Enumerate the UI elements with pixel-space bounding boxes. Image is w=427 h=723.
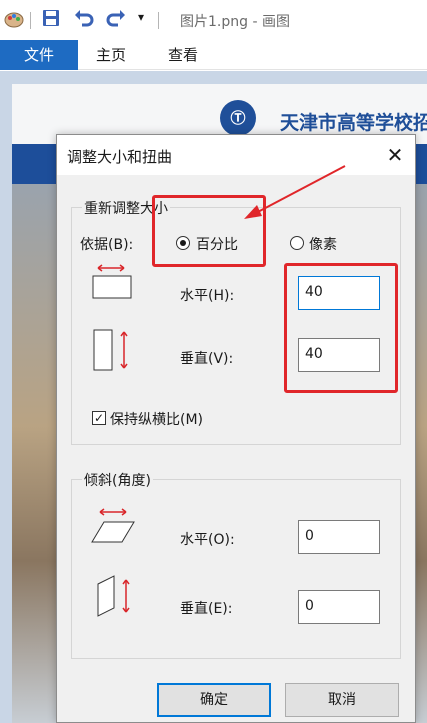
banner-text: 天津市高等学校招	[280, 112, 427, 134]
undo-icon[interactable]	[74, 9, 94, 27]
keep-ratio-checkbox[interactable]: ✓	[92, 411, 106, 425]
resize-horizontal-icon	[92, 264, 132, 299]
redo-icon[interactable]	[106, 9, 126, 27]
ribbon-tabs: 文件 主页 查看	[0, 40, 427, 70]
resize-vertical-label: 垂直(V):	[180, 351, 234, 367]
skew-vertical-input[interactable]: 0	[298, 590, 380, 624]
tab-home[interactable]: 主页	[96, 40, 126, 70]
radio-pixels-label[interactable]: 像素	[309, 234, 337, 254]
highlight-values-box	[284, 263, 398, 393]
university-logo: Ⓣ	[220, 100, 256, 136]
skew-vertical-icon	[97, 575, 130, 617]
separator	[30, 12, 31, 29]
skew-group: 倾斜(角度) 水平(O): 0 垂直(E): 0	[71, 470, 401, 659]
window-title: 图片1.png - 画图	[180, 14, 290, 30]
cancel-button[interactable]: 取消	[285, 683, 399, 717]
tab-file[interactable]: 文件	[0, 40, 78, 70]
keep-ratio-label[interactable]: 保持纵横比(M)	[110, 409, 203, 429]
ok-button[interactable]: 确定	[157, 683, 271, 717]
title-bar: ▾ 图片1.png - 画图	[0, 0, 427, 40]
skew-group-title: 倾斜(角度)	[82, 470, 153, 490]
close-button[interactable]: ✕	[381, 141, 409, 169]
skew-horizontal-label: 水平(O):	[180, 532, 235, 548]
save-icon[interactable]	[42, 9, 60, 27]
separator	[158, 12, 159, 29]
paint-app-icon[interactable]	[4, 9, 24, 29]
dialog-title: 调整大小和扭曲	[67, 148, 173, 166]
tab-view[interactable]: 查看	[168, 40, 198, 70]
skew-horizontal-input[interactable]: 0	[298, 520, 380, 554]
resize-horizontal-label: 水平(H):	[180, 288, 235, 304]
customize-toolbar-icon[interactable]: ▾	[138, 10, 144, 24]
radio-pixels[interactable]	[290, 236, 304, 250]
by-label: 依据(B):	[80, 237, 134, 253]
skew-vertical-label: 垂直(E):	[180, 601, 233, 617]
dialog-title-bar: 调整大小和扭曲 ✕	[57, 135, 415, 175]
highlight-percentage-box	[152, 195, 266, 267]
resize-vertical-icon	[93, 329, 128, 371]
skew-horizontal-icon	[91, 508, 135, 543]
